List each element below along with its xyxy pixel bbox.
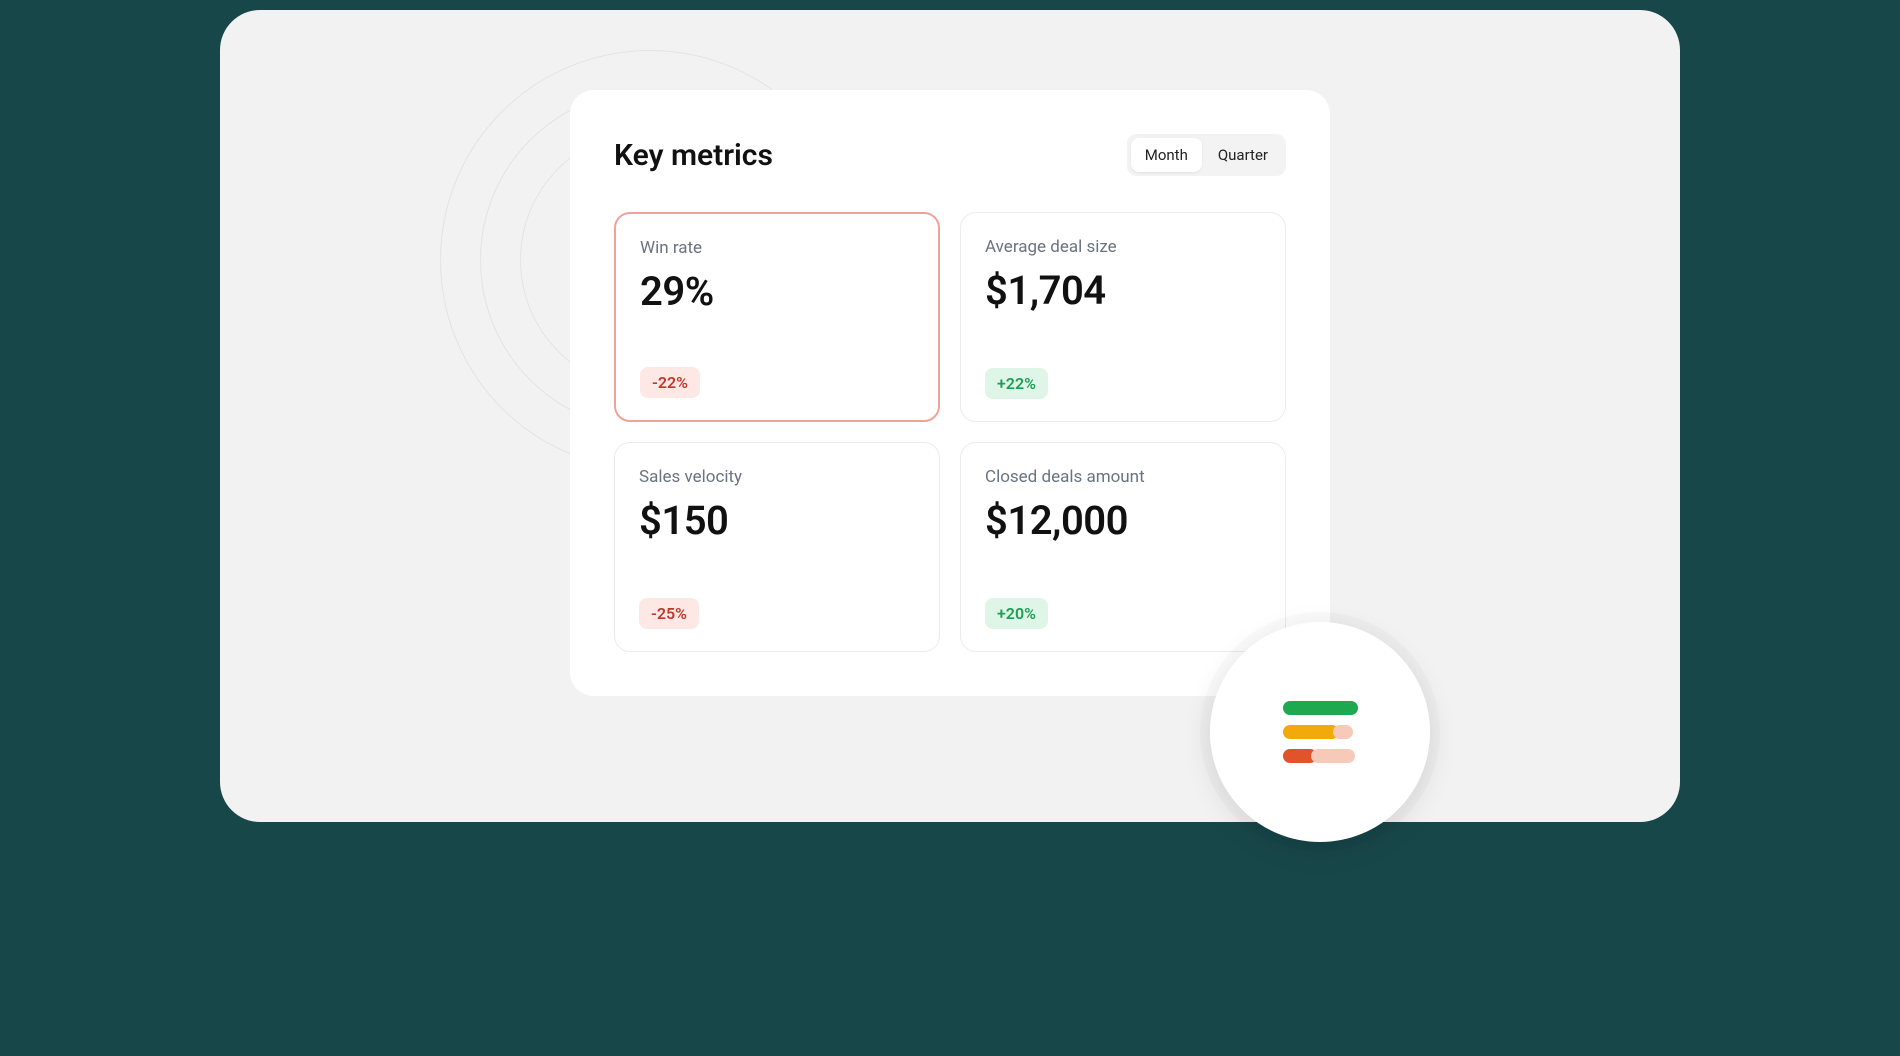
metric-value: $12,000	[985, 497, 1261, 544]
panel-title: Key metrics	[614, 138, 773, 173]
metric-card-closed-deals-amount[interactable]: Closed deals amount $12,000 +20%	[960, 442, 1286, 652]
bar-list-icon	[1283, 701, 1358, 763]
metric-delta-badge: -25%	[639, 598, 699, 629]
metric-delta-badge: -22%	[640, 367, 700, 398]
metric-delta-badge: +20%	[985, 598, 1048, 629]
key-metrics-panel: Key metrics Month Quarter Win rate 29% -…	[570, 90, 1330, 696]
floating-action-button[interactable]	[1210, 622, 1430, 842]
metric-value: 29%	[640, 268, 914, 315]
timeframe-month-button[interactable]: Month	[1131, 138, 1202, 172]
metric-card-average-deal-size[interactable]: Average deal size $1,704 +22%	[960, 212, 1286, 422]
panel-header: Key metrics Month Quarter	[614, 134, 1286, 176]
metric-delta-badge: +22%	[985, 368, 1048, 399]
metric-label: Average deal size	[985, 237, 1261, 257]
metric-label: Sales velocity	[639, 467, 915, 487]
metric-value: $1,704	[985, 267, 1261, 314]
timeframe-quarter-button[interactable]: Quarter	[1204, 138, 1282, 172]
metric-label: Closed deals amount	[985, 467, 1261, 487]
metrics-grid: Win rate 29% -22% Average deal size $1,7…	[614, 212, 1286, 652]
metric-value: $150	[639, 497, 915, 544]
metric-card-sales-velocity[interactable]: Sales velocity $150 -25%	[614, 442, 940, 652]
metric-label: Win rate	[640, 238, 914, 258]
metric-card-win-rate[interactable]: Win rate 29% -22%	[614, 212, 940, 422]
timeframe-toggle: Month Quarter	[1127, 134, 1286, 176]
dashboard-frame: Key metrics Month Quarter Win rate 29% -…	[220, 10, 1680, 822]
